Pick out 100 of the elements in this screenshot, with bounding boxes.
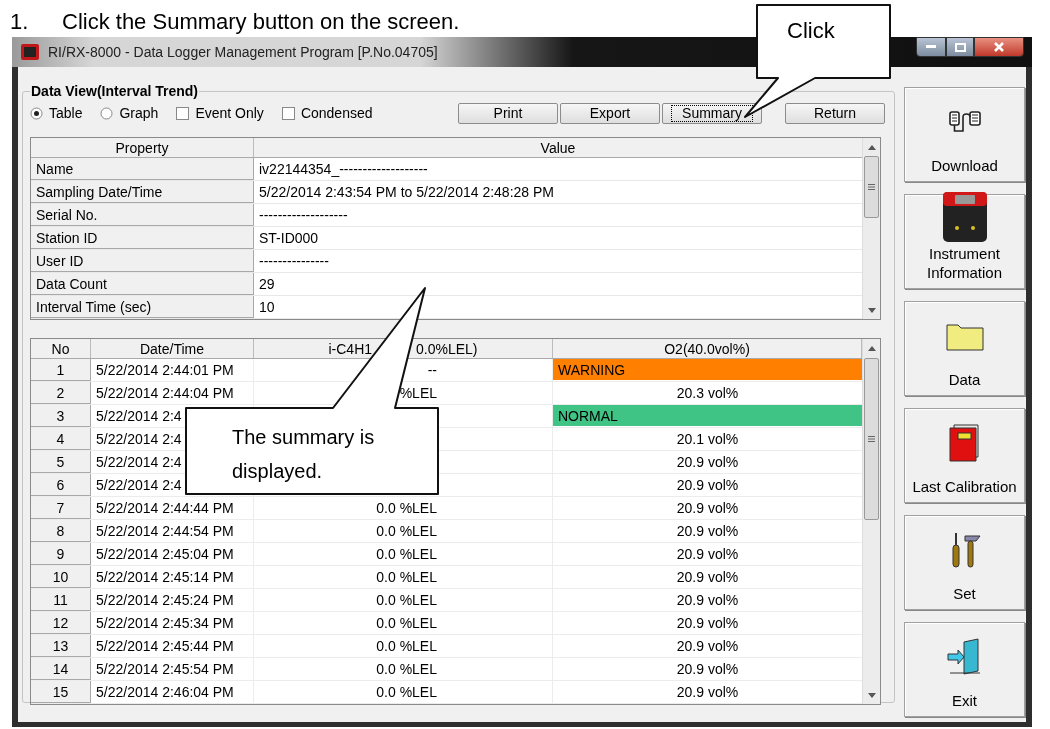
property-value: ST-ID000 bbox=[258, 229, 320, 248]
option-label[interactable]: Graph bbox=[119, 102, 159, 124]
scroll-down-icon bbox=[867, 693, 876, 698]
scroll-up-icon bbox=[867, 145, 876, 150]
sidebar-button[interactable]: Last Calibration bbox=[904, 408, 1025, 503]
step-number: 1. bbox=[10, 11, 30, 33]
scroll-up-icon bbox=[867, 346, 876, 351]
row-number: 11 bbox=[31, 589, 91, 611]
table-cell-text: 20.9 vol% bbox=[675, 637, 740, 656]
close-button[interactable] bbox=[974, 37, 1024, 57]
property-value: 10 bbox=[258, 298, 276, 317]
scroll-thumb[interactable] bbox=[864, 156, 879, 218]
column-header[interactable]: O2(40.0vol%) bbox=[664, 339, 750, 358]
property-value: 29 bbox=[258, 275, 276, 294]
row-number: 15 bbox=[31, 681, 91, 703]
table-cell-text: 0.0 %LEL bbox=[376, 614, 437, 633]
column-header[interactable]: 0.0%LEL) bbox=[416, 339, 478, 358]
table-cell: 5/22/2014 2:45:34 PM bbox=[91, 612, 254, 634]
column-header[interactable]: Value bbox=[254, 138, 862, 157]
sidebar-button[interactable]: Download bbox=[904, 87, 1025, 182]
device-icon bbox=[20, 43, 40, 61]
callout-text: Click bbox=[787, 20, 835, 42]
property-name: User ID bbox=[31, 250, 254, 272]
property-value: ------------------- bbox=[258, 206, 349, 225]
property-name: Serial No. bbox=[31, 204, 254, 226]
table-cell: 5/22/2014 2:45:44 PM bbox=[91, 635, 254, 657]
minimize-icon bbox=[926, 45, 936, 49]
row-number: 13 bbox=[31, 635, 91, 657]
table-cell-text: 20.9 vol% bbox=[675, 660, 740, 679]
table-cell: 5/22/2014 2:45:24 PM bbox=[91, 589, 254, 611]
row-number: 4 bbox=[31, 428, 91, 450]
table-cell-text: 0.0 %LEL bbox=[376, 522, 437, 541]
option-label[interactable]: Condensed bbox=[300, 102, 373, 124]
close-icon bbox=[994, 42, 1004, 52]
radio-button[interactable] bbox=[30, 106, 43, 120]
table-cell-text: 0.0 %LEL bbox=[376, 499, 437, 518]
column-header[interactable]: i-C4H1 bbox=[328, 339, 373, 358]
property-name: Data Count bbox=[31, 273, 254, 295]
sidebar-button[interactable]: Instrument Information bbox=[904, 194, 1025, 289]
row-number: 10 bbox=[31, 566, 91, 588]
table-cell-text: %LEL bbox=[399, 384, 437, 403]
table-cell-text: 20.9 vol% bbox=[675, 614, 740, 633]
column-header[interactable]: Property bbox=[31, 138, 254, 157]
table-cell: 5/22/2014 2:45:04 PM bbox=[91, 543, 254, 565]
toolbar-button[interactable]: Print bbox=[458, 102, 558, 124]
table-cell: 5/22/2014 2:45:54 PM bbox=[91, 658, 254, 680]
property-value: 5/22/2014 2:43:54 PM to 5/22/2014 2:48:28 PM bbox=[258, 183, 555, 202]
option-label[interactable]: Event Only bbox=[195, 102, 264, 124]
table-cell-text: 0.0 %LEL bbox=[376, 660, 437, 679]
table-cell: 5/22/2014 2:45:14 PM bbox=[91, 566, 254, 588]
status-cell: NORMAL bbox=[553, 405, 862, 426]
row-number: 6 bbox=[31, 474, 91, 496]
toolbar-button[interactable]: Return bbox=[785, 102, 885, 124]
sidebar-button[interactable]: Set bbox=[904, 515, 1025, 610]
row-number: 9 bbox=[31, 543, 91, 565]
table-cell-text: 20.3 vol% bbox=[675, 384, 740, 403]
table-cell-text: 20.1 vol% bbox=[675, 430, 740, 449]
checkbox[interactable] bbox=[281, 106, 295, 120]
table-cell-text: 0.0 %LEL bbox=[376, 545, 437, 564]
toolbar-button[interactable]: Export bbox=[560, 102, 660, 124]
table-cell-text: 0.0 %LEL bbox=[376, 568, 437, 587]
row-number: 14 bbox=[31, 658, 91, 680]
table-cell-text: -- bbox=[427, 361, 437, 380]
scroll-thumb[interactable] bbox=[864, 358, 879, 520]
table-cell-text: 20.9 vol% bbox=[675, 522, 740, 541]
group-title: Data View(Interval Trend) bbox=[30, 82, 199, 101]
row-number: 1 bbox=[31, 359, 91, 381]
row-number: 7 bbox=[31, 497, 91, 519]
table-cell: 5/22/2014 2:44:01 PM bbox=[91, 359, 254, 381]
grip-icon bbox=[868, 436, 875, 442]
maximize-button[interactable] bbox=[946, 37, 974, 57]
table-cell-text: 0.0 %LEL bbox=[376, 591, 437, 610]
row-number: 3 bbox=[31, 405, 91, 427]
property-name: Name bbox=[31, 158, 254, 180]
row-number: 5 bbox=[31, 451, 91, 473]
table-cell-text: 20.9 vol% bbox=[675, 453, 740, 472]
table-cell-text: 20.9 vol% bbox=[675, 568, 740, 587]
minimize-button[interactable] bbox=[916, 37, 946, 57]
property-name: Station ID bbox=[31, 227, 254, 249]
table-cell-text: 20.9 vol% bbox=[675, 545, 740, 564]
column-header[interactable]: No bbox=[51, 339, 70, 358]
column-header[interactable]: Date/Time bbox=[139, 339, 205, 358]
property-name: Interval Time (sec) bbox=[31, 296, 254, 318]
option-label[interactable]: Table bbox=[49, 102, 83, 124]
property-name: Sampling Date/Time bbox=[31, 181, 254, 203]
toolbar-button[interactable]: Summary bbox=[662, 102, 762, 124]
table-cell-text: 20.9 vol% bbox=[675, 683, 740, 702]
sidebar-button[interactable]: Exit bbox=[904, 622, 1025, 717]
table-cell-text: 20.9 vol% bbox=[675, 476, 740, 495]
table-cell: 5/22/2014 2:46:04 PM bbox=[91, 681, 254, 703]
table-cell: 5/22/2014 2:44:54 PM bbox=[91, 520, 254, 542]
cable-icon bbox=[947, 109, 982, 135]
row-number: 12 bbox=[31, 612, 91, 634]
table-cell-text: 20.9 vol% bbox=[675, 499, 740, 518]
radio-button[interactable] bbox=[100, 106, 114, 120]
window-title: RI/RX-8000 - Data Logger Management Program [P.No.04705] bbox=[48, 42, 438, 62]
scroll-down-icon bbox=[867, 308, 876, 313]
status-cell: WARNING bbox=[553, 359, 862, 380]
checkbox[interactable] bbox=[176, 106, 190, 120]
sidebar-button[interactable]: Data bbox=[904, 301, 1025, 396]
